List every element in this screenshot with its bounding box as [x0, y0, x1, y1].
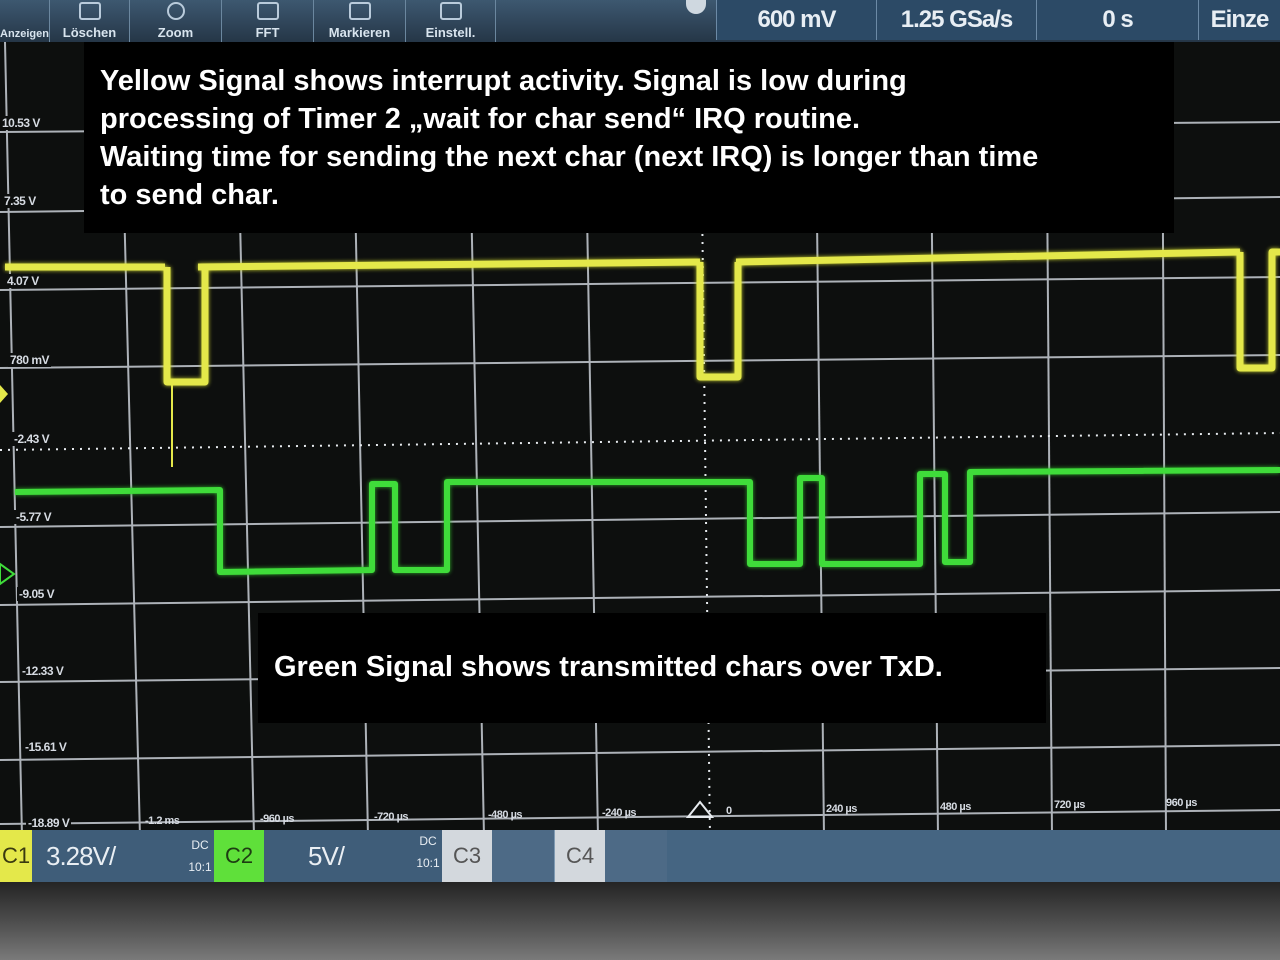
toolbar-zoom-button[interactable]: Zoom: [130, 0, 222, 42]
channel-bar: C1 3.28V/ DC 10:1 C2 5V/ DC 10:1 C3 C4: [0, 830, 1280, 882]
time-label: 960 µs: [1166, 797, 1197, 809]
time-label: -1.2 ms: [145, 815, 180, 827]
marker-icon: [348, 2, 371, 20]
trigger-knob-icon[interactable]: [686, 0, 706, 14]
vertical-scale-readout[interactable]: 600 mV: [716, 0, 876, 40]
voltage-label: -15.61 V: [23, 740, 69, 754]
time-label: -480 µs: [488, 809, 523, 821]
voltage-label: -18.89 V: [26, 816, 72, 830]
time-label: -720 µs: [374, 811, 409, 823]
annotation-line: Yellow Signal shows interrupt activity. …: [100, 65, 907, 97]
acquisition-mode-readout[interactable]: Einze: [1198, 0, 1280, 40]
channel4-panel[interactable]: [605, 830, 668, 882]
channel2-trace: [14, 467, 1280, 575]
channel2-scale[interactable]: 5V/: [308, 830, 418, 882]
toolbar-clear-button[interactable]: Löschen: [50, 0, 130, 42]
channel1-tab[interactable]: C1: [0, 830, 32, 882]
sample-rate-readout[interactable]: 1.25 GSa/s: [876, 0, 1036, 40]
channel1-ground-marker: [0, 385, 8, 403]
toolbar-settings-button[interactable]: Einstell.: [406, 0, 496, 42]
voltage-label: 780 mV: [8, 353, 52, 367]
magnifier-icon: [166, 2, 185, 20]
channel3-panel[interactable]: [492, 830, 555, 882]
voltage-label: -9.05 V: [17, 587, 57, 601]
channel2-ground-marker: [0, 562, 16, 586]
trash-icon: [78, 2, 101, 20]
channel1-scale[interactable]: 3.28V/: [46, 830, 186, 882]
channel2-tab[interactable]: C2: [214, 830, 264, 882]
channel1-trace: [5, 248, 1280, 386]
yellow-signal-annotation: Yellow Signal shows interrupt activity. …: [84, 42, 1174, 233]
annotation-line: Waiting time for sending the next char (…: [100, 141, 1039, 173]
toolbar-mark-button[interactable]: Markieren: [314, 0, 406, 42]
annotation-line: to send char.: [100, 179, 279, 211]
instrument-bezel: [0, 882, 1280, 960]
toolbar-fft-button[interactable]: FFT: [222, 0, 314, 42]
time-label: -240 µs: [602, 807, 637, 819]
channel4-tab[interactable]: C4: [555, 830, 605, 882]
voltage-label: 4.07 V: [5, 274, 41, 288]
voltage-label: 10.53 V: [0, 116, 42, 130]
voltage-label: -5.77 V: [14, 510, 54, 524]
settings-icon: [439, 2, 462, 20]
channel-bar-empty: [667, 830, 1280, 882]
time-label: 240 µs: [826, 803, 857, 815]
spectrum-icon: [256, 2, 279, 20]
time-label: 480 µs: [940, 801, 971, 813]
time-label: -960 µs: [260, 813, 295, 825]
time-offset-readout[interactable]: 0 s: [1036, 0, 1198, 40]
time-label: 720 µs: [1054, 799, 1085, 811]
voltage-label: 7.35 V: [2, 194, 38, 208]
toolbar: Anzeigen Löschen Zoom FFT Markieren Eins…: [0, 0, 1280, 42]
voltage-label: -2.43 V: [12, 432, 52, 446]
annotation-line: Green Signal shows transmitted chars ove…: [274, 651, 943, 683]
trigger-position-marker: [685, 800, 715, 818]
annotation-line: processing of Timer 2 „wait for char sen…: [100, 103, 861, 135]
voltage-label: -12.33 V: [20, 664, 66, 678]
toolbar-display-button[interactable]: Anzeigen: [0, 0, 50, 42]
time-label: 0: [726, 805, 732, 817]
channel3-tab[interactable]: C3: [442, 830, 492, 882]
green-signal-annotation: Green Signal shows transmitted chars ove…: [258, 613, 1046, 723]
